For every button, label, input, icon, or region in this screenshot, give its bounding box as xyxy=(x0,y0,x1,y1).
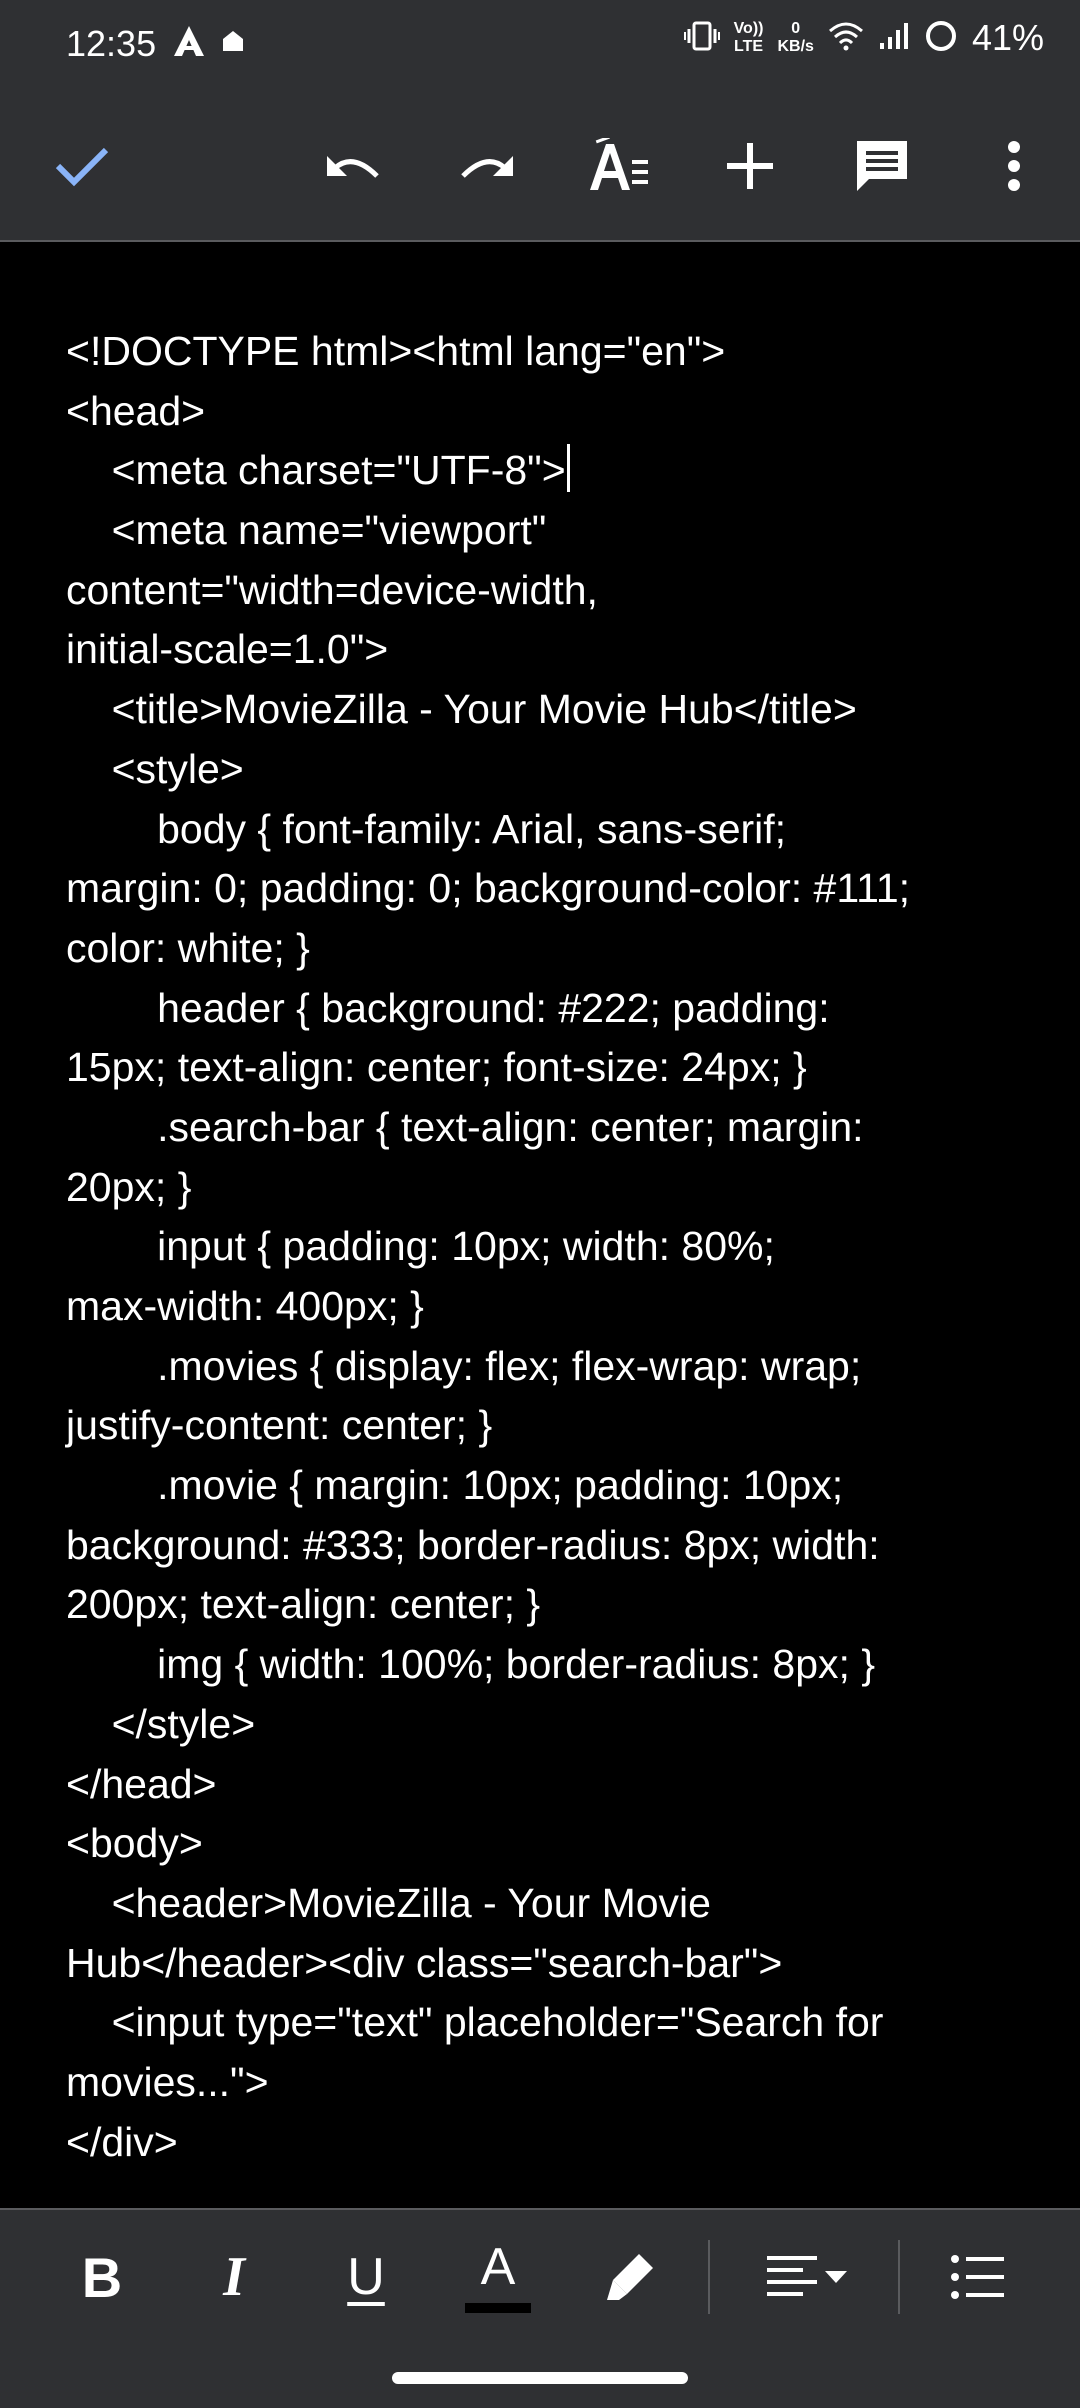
text-cursor xyxy=(566,444,570,493)
volte-icon: Vo)) LTE xyxy=(734,20,764,56)
underline-button[interactable]: U xyxy=(326,2234,406,2320)
document-line[interactable]: 15px; text-align: center; font-size: 24p… xyxy=(66,1038,1026,1098)
document-line[interactable]: <meta charset="UTF-8"> xyxy=(66,441,1026,501)
bold-label: B xyxy=(81,2245,123,2309)
document-line[interactable]: initial-scale=1.0"> xyxy=(66,620,1026,680)
add-icon xyxy=(727,143,773,189)
document-text[interactable]: <!DOCTYPE html><html lang="en"> <head> <m… xyxy=(66,322,1026,2172)
signal-icon xyxy=(878,21,910,56)
document-line[interactable]: input { padding: 10px; width: 80%; xyxy=(66,1217,1026,1277)
text-format-button[interactable] xyxy=(578,126,658,206)
document-line[interactable]: .movie { margin: 10px; padding: 10px; xyxy=(66,1456,1026,1516)
document-line[interactable]: <head> xyxy=(66,382,1026,442)
insert-button[interactable] xyxy=(710,126,790,206)
document-line[interactable]: <header>MovieZilla - Your Movie xyxy=(66,1874,1026,1934)
document-line[interactable]: <!DOCTYPE html><html lang="en"> xyxy=(66,322,1026,382)
battery-percent: 41% xyxy=(971,17,1044,58)
highlight-button[interactable] xyxy=(590,2234,670,2320)
status-right-icons: Vo)) LTE 0 KB/s 41% xyxy=(683,17,1044,58)
text-format-icon xyxy=(590,138,648,190)
document-line[interactable]: content="width=device-width, xyxy=(66,561,1026,621)
document-line[interactable]: .search-bar { text-align: center; margin… xyxy=(66,1098,1026,1158)
toolbar-divider xyxy=(708,2240,710,2314)
document-line[interactable]: <style> xyxy=(66,740,1026,800)
format-bar: B I U A xyxy=(0,2208,1080,2344)
document-line[interactable]: max-width: 400px; } xyxy=(66,1277,1026,1337)
alignment-button[interactable] xyxy=(752,2234,862,2320)
editor-toolbar xyxy=(0,92,1080,242)
document-line[interactable]: body { font-family: Arial, sans-serif; xyxy=(66,800,1026,860)
document-line[interactable]: justify-content: center; } xyxy=(66,1396,1026,1456)
wifi-icon xyxy=(828,21,864,56)
battery-icon xyxy=(924,19,958,58)
document-line[interactable]: <input type="text" placeholder="Search f… xyxy=(66,1993,1026,2053)
italic-label: I xyxy=(223,2246,245,2308)
home-indicator[interactable] xyxy=(392,2372,688,2384)
align-left-icon xyxy=(767,2256,817,2296)
document-line[interactable]: <body> xyxy=(66,1814,1026,1874)
document-line[interactable]: </style> xyxy=(66,1695,1026,1755)
highlighter-icon xyxy=(607,2254,653,2300)
redo-icon xyxy=(461,156,513,178)
vibrate-icon xyxy=(683,20,720,57)
bold-button[interactable]: B xyxy=(62,2234,142,2320)
document-line[interactable]: color: white; } xyxy=(66,919,1026,979)
status-time: 12:35 xyxy=(66,23,157,64)
text-color-button[interactable]: A xyxy=(458,2234,538,2320)
text-color-label: A xyxy=(480,2238,516,2296)
more-options-button[interactable] xyxy=(974,126,1054,206)
redo-button[interactable] xyxy=(446,126,526,206)
document-line[interactable]: img { width: 100%; border-radius: 8px; } xyxy=(66,1635,1026,1695)
comment-button[interactable] xyxy=(842,126,922,206)
network-speed-value: 0 xyxy=(791,20,801,37)
document-line[interactable]: <title>MovieZilla - Your Movie Hub</titl… xyxy=(66,680,1026,740)
more-vert-icon xyxy=(1008,141,1020,191)
bulleted-list-icon xyxy=(951,2255,1004,2299)
toolbar-divider xyxy=(898,2240,900,2314)
text-color-swatch xyxy=(465,2303,531,2313)
document-line[interactable]: </head> xyxy=(66,1755,1026,1815)
underline-label: U xyxy=(347,2248,385,2306)
document-line[interactable]: <meta name="viewport" xyxy=(66,501,1026,561)
network-speed-unit: KB/s xyxy=(777,38,814,55)
document-line[interactable]: background: #333; border-radius: 8px; wi… xyxy=(66,1516,1026,1576)
volte-top: Vo)) xyxy=(733,20,764,37)
document-line[interactable]: header { background: #222; padding: xyxy=(66,979,1026,1039)
document-line[interactable]: margin: 0; padding: 0; background-color:… xyxy=(66,859,1026,919)
document-line[interactable]: movies..."> xyxy=(66,2053,1026,2113)
document-line[interactable]: Hub</header><div class="search-bar"> xyxy=(66,1934,1026,1994)
chevron-down-icon xyxy=(825,2271,847,2283)
status-bar: 12:35 Vo)) LTE 0 KB/s 41% xyxy=(0,0,1080,92)
bulleted-list-button[interactable] xyxy=(938,2234,1018,2320)
document-line[interactable]: .movies { display: flex; flex-wrap: wrap… xyxy=(66,1337,1026,1397)
comment-icon xyxy=(857,141,907,191)
status-notification-icons xyxy=(172,24,246,63)
app-notification-icon xyxy=(172,24,206,63)
done-button[interactable] xyxy=(42,126,122,206)
volte-bottom: LTE xyxy=(734,38,764,55)
document-line[interactable]: 200px; text-align: center; } xyxy=(66,1575,1026,1635)
check-icon xyxy=(55,147,109,187)
gesture-navigation-area xyxy=(0,2342,1080,2408)
network-speed: 0 KB/s xyxy=(777,20,813,56)
document-line[interactable]: 20px; } xyxy=(66,1158,1026,1218)
undo-button[interactable] xyxy=(314,126,394,206)
italic-button[interactable]: I xyxy=(194,2234,274,2320)
home-notification-icon xyxy=(220,28,246,59)
document-line[interactable]: </div> xyxy=(66,2113,1026,2173)
document-area[interactable]: <!DOCTYPE html><html lang="en"> <head> <m… xyxy=(0,242,1080,2208)
screen: 12:35 Vo)) LTE 0 KB/s 41% <!DOCTYPE html… xyxy=(0,0,1080,2408)
undo-icon xyxy=(327,156,379,178)
